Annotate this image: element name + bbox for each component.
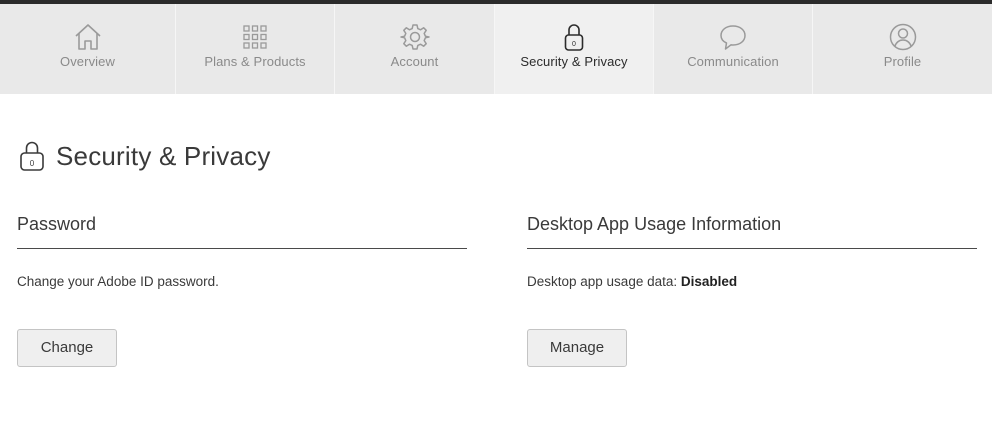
speech-bubble-icon	[718, 22, 748, 52]
desktop-usage-section: Desktop App Usage Information Desktop ap…	[527, 210, 977, 367]
tab-overview-label: Overview	[60, 54, 115, 69]
password-section: Password Change your Adobe ID password. …	[17, 210, 467, 367]
svg-text:0: 0	[30, 159, 35, 168]
tab-account[interactable]: Account	[335, 4, 495, 94]
tab-profile-label: Profile	[883, 54, 922, 69]
lock-icon: 0	[18, 139, 46, 173]
manage-usage-button[interactable]: Manage	[527, 329, 627, 367]
tab-plans-products[interactable]: Plans & Products	[176, 4, 335, 94]
tab-overview[interactable]: Overview	[0, 4, 176, 94]
page-title-text: Security & Privacy	[56, 140, 271, 171]
tab-security-privacy[interactable]: 0 Security & Privacy	[495, 4, 654, 94]
grid-icon	[240, 22, 270, 52]
desktop-usage-divider	[527, 248, 977, 249]
gear-icon	[399, 22, 430, 52]
tab-communication-label: Communication	[687, 54, 779, 69]
tab-security-privacy-label: Security & Privacy	[520, 54, 628, 69]
desktop-usage-heading: Desktop App Usage Information	[527, 214, 782, 234]
password-heading: Password	[17, 214, 97, 234]
account-nav: Overview Plans & Products Account 0 Secu…	[0, 4, 992, 94]
home-icon	[73, 22, 103, 52]
desktop-usage-label: Desktop app usage data:	[527, 274, 681, 289]
tab-communication[interactable]: Communication	[654, 4, 813, 94]
lock-icon: 0	[559, 22, 589, 52]
tab-profile[interactable]: Profile	[813, 4, 992, 94]
change-password-button[interactable]: Change	[17, 329, 117, 367]
desktop-usage-description: Desktop app usage data: Disabled	[527, 273, 977, 291]
page-title: 0 Security & Privacy	[18, 138, 271, 174]
svg-text:0: 0	[572, 41, 576, 48]
tab-account-label: Account	[390, 54, 439, 69]
user-circle-icon	[888, 22, 918, 52]
password-divider	[17, 248, 467, 249]
desktop-usage-status: Disabled	[680, 274, 738, 289]
password-description: Change your Adobe ID password.	[17, 274, 219, 289]
tab-plans-products-label: Plans & Products	[204, 54, 306, 69]
